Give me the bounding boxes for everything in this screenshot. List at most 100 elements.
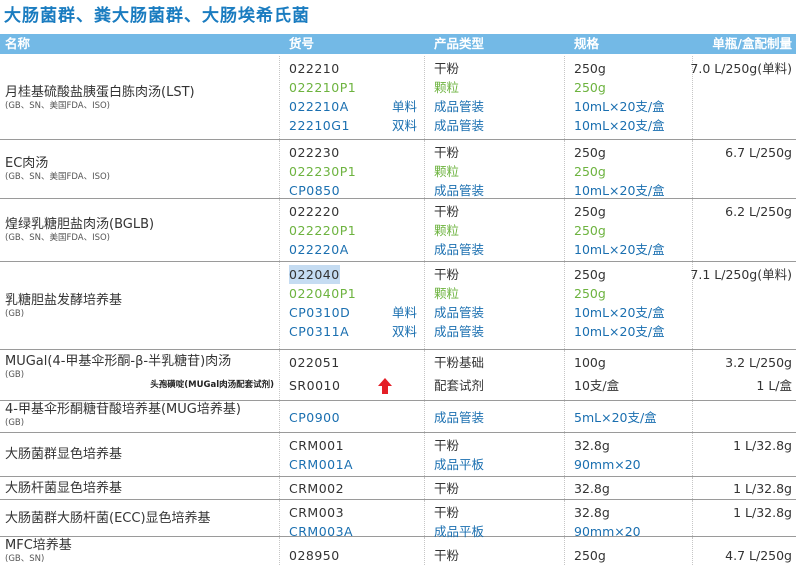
- product-type: 成品管装: [434, 242, 485, 257]
- product-code: CRM003: [289, 505, 345, 520]
- product-type: 成品管装: [434, 324, 485, 339]
- unit-yield: 7.1 L/250g(单料): [690, 267, 792, 282]
- table-row: 022220P1 颗粒 250g: [0, 221, 796, 240]
- unit-yield: 7.0 L/250g(单料): [690, 61, 792, 76]
- product-group: 大肠杆菌显色培养基 CRM002 干粉 32.8g 1 L/32.8g: [0, 477, 796, 500]
- table-row: 022051 干粉基础 100g 3.2 L/250g: [0, 353, 796, 372]
- unit-yield: 1 L/32.8g: [733, 438, 792, 453]
- product-spec: 250g: [574, 61, 606, 76]
- table-row: CP0900 成品管装 5mL×20支/盒: [0, 408, 796, 427]
- table-row: CRM003 干粉 32.8g 1 L/32.8g: [0, 503, 796, 522]
- product-type: 干粉基础: [434, 355, 485, 370]
- variant-label: 双料: [392, 118, 418, 133]
- product-type: 配套试剂: [434, 378, 485, 393]
- product-type: 颗粒: [434, 164, 460, 179]
- header-unit: 单瓶/盒配制量: [712, 36, 792, 51]
- product-spec: 250g: [574, 286, 606, 301]
- product-code: 022210A: [289, 99, 349, 114]
- product-group: 月桂基硫酸盐胰蛋白胨肉汤(LST) (GB、SN、美国FDA、ISO) 022210…: [0, 56, 796, 140]
- product-spec: 10mL×20支/盒: [574, 183, 665, 198]
- product-spec: 10mL×20支/盒: [574, 99, 665, 114]
- product-group: MUGal(4-甲基伞形酮-β-半乳糖苷)肉汤 (GB) 022051 干粉基础 100…: [0, 350, 796, 401]
- product-code: SR0010: [289, 378, 341, 393]
- table-row: 22210G1 双料 成品管装 10mL×20支/盒: [0, 116, 796, 135]
- product-code: 022040: [289, 265, 340, 284]
- product-group: MFC培养基 (GB、SN) 028950 干粉 250g 4.7 L/250g: [0, 537, 796, 565]
- table-row: CP0850 成品管装 10mL×20支/盒: [0, 181, 796, 200]
- product-type: 干粉: [434, 548, 460, 563]
- product-code: CRM001A: [289, 457, 354, 472]
- product-group: 煌绿乳糖胆盐肉汤(BGLB) (GB、SN、美国FDA、ISO) 022220 干粉 2…: [0, 199, 796, 262]
- table-row: 022210P1 颗粒 250g: [0, 78, 796, 97]
- table-row: 028950 干粉 250g 4.7 L/250g: [0, 546, 796, 565]
- product-spec: 5mL×20支/盒: [574, 410, 657, 425]
- product-spec: 90mm×20: [574, 457, 641, 472]
- product-code: CRM001: [289, 438, 345, 453]
- product-type: 成品管装: [434, 118, 485, 133]
- product-code: CP0310D: [289, 305, 351, 320]
- table-header: 名称 货号 产品类型 规格 单瓶/盒配制量: [0, 34, 796, 54]
- table-row: 022040P1 颗粒 250g: [0, 284, 796, 303]
- product-group: 大肠菌群显色培养基 CRM001 干粉 32.8g 1 L/32.8g CRM001A 成品…: [0, 433, 796, 477]
- product-code: 022220P1: [289, 223, 357, 238]
- arrow-up-icon: [378, 378, 392, 394]
- product-type: 颗粒: [434, 223, 460, 238]
- product-group: 大肠菌群大肠杆菌(ECC)显色培养基 CRM003 干粉 32.8g 1 L/32.8g…: [0, 500, 796, 539]
- product-type: 干粉: [434, 61, 460, 76]
- unit-yield: 3.2 L/250g: [725, 355, 792, 370]
- product-code: CP0900: [289, 410, 341, 425]
- product-spec: 10mL×20支/盒: [574, 305, 665, 320]
- unit-yield: 4.7 L/250g: [725, 548, 792, 563]
- product-group: 4-甲基伞形酮糖苷酸培养基(MUG培养基) (GB) CP0900 成品管装 5mL×2…: [0, 401, 796, 433]
- product-code: CRM002: [289, 481, 345, 496]
- product-spec: 10mL×20支/盒: [574, 118, 665, 133]
- product-spec: 10支/盒: [574, 378, 620, 393]
- product-code: 022230P1: [289, 164, 357, 179]
- table-row: 022210A 单料 成品管装 10mL×20支/盒: [0, 97, 796, 116]
- product-code: 022051: [289, 355, 340, 370]
- product-type: 成品管装: [434, 99, 485, 114]
- product-code: 022220A: [289, 242, 349, 257]
- table-row: CRM001A 成品平板 90mm×20: [0, 455, 796, 474]
- table-row: 022210 干粉 250g 7.0 L/250g(单料): [0, 59, 796, 78]
- product-type: 干粉: [434, 505, 460, 520]
- page-title: 大肠菌群、粪大肠菌群、大肠埃希氏菌: [4, 6, 310, 26]
- product-spec: 10mL×20支/盒: [574, 324, 665, 339]
- reagent-note: 头孢磺啶(MUGal肉汤配套试剂): [150, 380, 274, 390]
- table-row: 022220A 成品管装 10mL×20支/盒: [0, 240, 796, 259]
- product-type: 干粉: [434, 267, 460, 282]
- variant-label: 双料: [392, 324, 418, 339]
- product-type: 颗粒: [434, 286, 460, 301]
- unit-yield: 1 L/盒: [756, 378, 792, 393]
- header-code: 货号: [289, 36, 315, 51]
- product-spec: 250g: [574, 204, 606, 219]
- table-row: CRM001 干粉 32.8g 1 L/32.8g: [0, 436, 796, 455]
- product-spec: 32.8g: [574, 481, 610, 496]
- product-code: CP0850: [289, 183, 341, 198]
- unit-yield: 1 L/32.8g: [733, 505, 792, 520]
- table-row: 022230 干粉 250g 6.7 L/250g: [0, 143, 796, 162]
- product-spec: 250g: [574, 223, 606, 238]
- variant-label: 单料: [392, 305, 418, 320]
- unit-yield: 1 L/32.8g: [733, 481, 792, 496]
- header-spec: 规格: [574, 36, 600, 51]
- product-spec: 250g: [574, 548, 606, 563]
- table-row: 022220 干粉 250g 6.2 L/250g: [0, 202, 796, 221]
- product-code: 022220: [289, 204, 340, 219]
- product-spec: 10mL×20支/盒: [574, 242, 665, 257]
- product-spec: 250g: [574, 80, 606, 95]
- product-spec: 250g: [574, 145, 606, 160]
- product-code: 022210P1: [289, 80, 357, 95]
- unit-yield: 6.7 L/250g: [725, 145, 792, 160]
- product-type: 干粉: [434, 145, 460, 160]
- product-code: 022040P1: [289, 286, 357, 301]
- product-type: 成品管装: [434, 305, 485, 320]
- product-spec: 32.8g: [574, 505, 610, 520]
- product-group: 乳糖胆盐发酵培养基 (GB) 022040 干粉 250g 7.1 L/250g(单料) 0…: [0, 262, 796, 350]
- table-row: CP0311A 双料 成品管装 10mL×20支/盒: [0, 322, 796, 341]
- product-spec: 100g: [574, 355, 606, 370]
- product-spec: 32.8g: [574, 438, 610, 453]
- table-row: 022040 干粉 250g 7.1 L/250g(单料): [0, 265, 796, 284]
- product-type: 颗粒: [434, 80, 460, 95]
- product-type: 干粉: [434, 438, 460, 453]
